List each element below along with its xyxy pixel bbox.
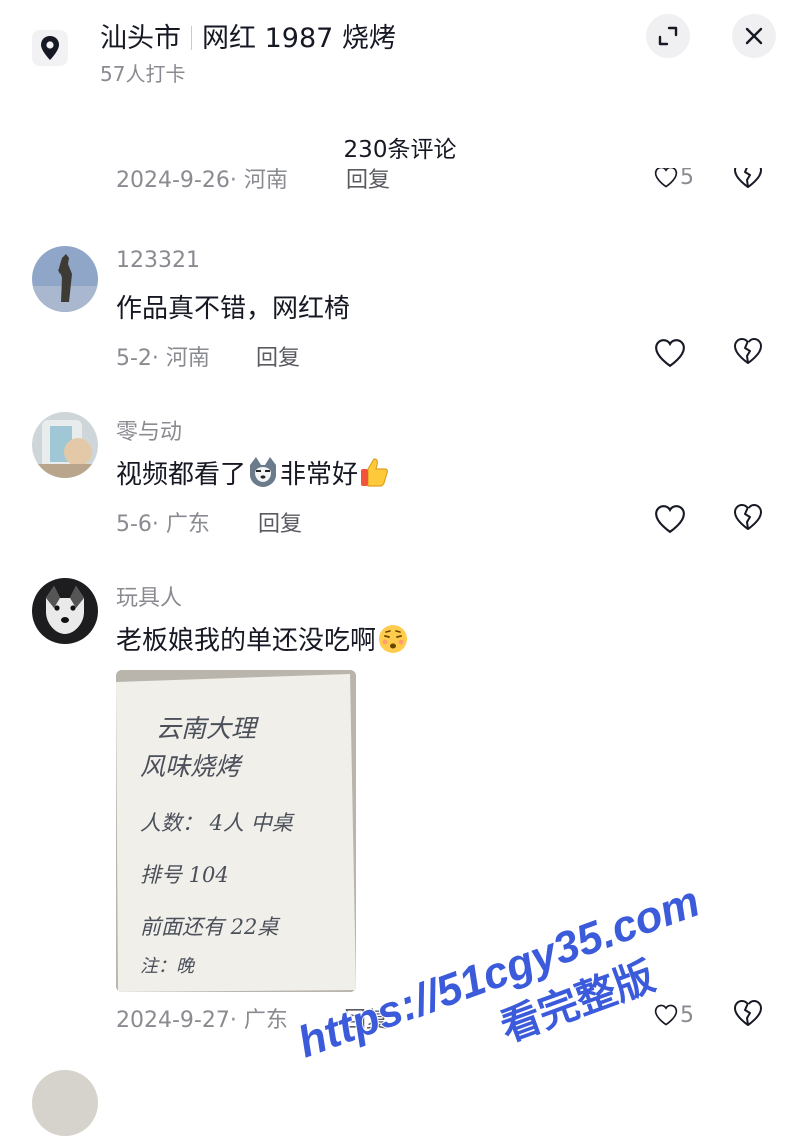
comment-text-part: 老板娘我的单还没吃啊 bbox=[116, 626, 377, 656]
location-title[interactable]: 汕头市 网红 1987 烧烤 bbox=[100, 16, 396, 55]
comment-meta: 2024-9-27· 广东 bbox=[116, 1008, 288, 1033]
ticket-handwriting: 云南大理 风味烧烤 人数： 4人 中桌 排号 104 前面还有 22桌 注：晚 bbox=[140, 704, 355, 992]
city-name[interactable]: 汕头市 bbox=[100, 23, 181, 54]
expand-icon bbox=[658, 26, 678, 46]
dislike-button[interactable] bbox=[732, 168, 772, 194]
heart-icon bbox=[654, 1004, 678, 1026]
dislike-button[interactable] bbox=[732, 336, 772, 370]
like-count: 5 bbox=[680, 1002, 694, 1028]
broken-heart-icon bbox=[734, 338, 762, 364]
comment-item: 玩具人 老板娘我的单还没吃啊 云南大理 风味烧烤 人数： 4人 中桌 排号 10… bbox=[0, 572, 800, 1042]
location-pin-icon bbox=[32, 30, 68, 66]
reply-button[interactable]: 回复 bbox=[256, 340, 300, 372]
title-divider bbox=[191, 26, 192, 50]
comment-meta: 5-6· 广东 bbox=[116, 512, 210, 537]
comment-meta: 2024-9-26· 河南 bbox=[116, 168, 288, 193]
broken-heart-icon bbox=[734, 168, 762, 188]
expand-button[interactable] bbox=[646, 14, 690, 58]
like-button[interactable] bbox=[654, 336, 694, 370]
reply-button[interactable]: 回复 bbox=[346, 168, 390, 194]
comment-image-queue-ticket[interactable]: 云南大理 风味烧烤 人数： 4人 中桌 排号 104 前面还有 22桌 注：晚 bbox=[116, 670, 356, 992]
location-header: 汕头市 网红 1987 烧烤 57人打卡 bbox=[0, 0, 800, 120]
thumbs-up-emoji-icon bbox=[358, 455, 392, 489]
avatar[interactable] bbox=[32, 246, 98, 312]
heart-icon bbox=[655, 505, 685, 534]
reply-button[interactable]: 回复 bbox=[258, 506, 302, 538]
username[interactable]: 零与动 bbox=[116, 414, 182, 446]
partial-comment-row: 2024-9-26· 河南 回复 5 bbox=[0, 168, 800, 202]
next-comment-avatar[interactable] bbox=[32, 1070, 98, 1136]
username[interactable]: 玩具人 bbox=[116, 580, 182, 612]
ticket-line: 人数： 4人 中桌 bbox=[140, 811, 293, 835]
like-button[interactable]: 5 bbox=[654, 998, 694, 1032]
like-count: 5 bbox=[680, 168, 694, 190]
close-button[interactable] bbox=[732, 14, 776, 58]
comment-text: 视频都看了 非常好 bbox=[116, 454, 392, 491]
like-button[interactable] bbox=[654, 502, 694, 536]
comment-item: 123321 作品真不错，网红椅 5-2· 河南 回复 bbox=[0, 240, 800, 390]
shop-name[interactable]: 网红 1987 烧烤 bbox=[202, 23, 396, 54]
close-icon bbox=[745, 27, 763, 45]
reply-button[interactable]: 回复 bbox=[344, 1002, 388, 1034]
ticket-line: 排号 104 bbox=[140, 863, 229, 887]
like-button[interactable]: 5 bbox=[654, 168, 694, 194]
username[interactable]: 123321 bbox=[116, 248, 200, 273]
husky-emoji-icon bbox=[246, 455, 280, 489]
dislike-button[interactable] bbox=[732, 502, 772, 536]
dislike-button[interactable] bbox=[732, 998, 772, 1032]
avatar[interactable] bbox=[32, 412, 98, 478]
comment-meta: 5-2· 河南 bbox=[116, 346, 210, 371]
avatar[interactable] bbox=[32, 578, 98, 644]
broken-heart-icon bbox=[734, 504, 762, 530]
comment-text: 老板娘我的单还没吃啊 bbox=[116, 620, 410, 657]
comment-text-part: 非常好 bbox=[280, 460, 359, 490]
checkin-count: 57人打卡 bbox=[100, 62, 186, 86]
comment-item: 零与动 视频都看了 非常好 5-6· 广东 回复 bbox=[0, 406, 800, 556]
comments-count: 230条评论 bbox=[343, 137, 457, 163]
kissing-face-emoji-icon bbox=[376, 621, 410, 655]
broken-heart-icon bbox=[734, 1000, 762, 1026]
heart-icon bbox=[655, 339, 685, 368]
comment-text-part: 视频都看了 bbox=[116, 460, 247, 490]
heart-icon bbox=[654, 168, 678, 188]
comment-text: 作品真不错，网红椅 bbox=[116, 294, 351, 324]
